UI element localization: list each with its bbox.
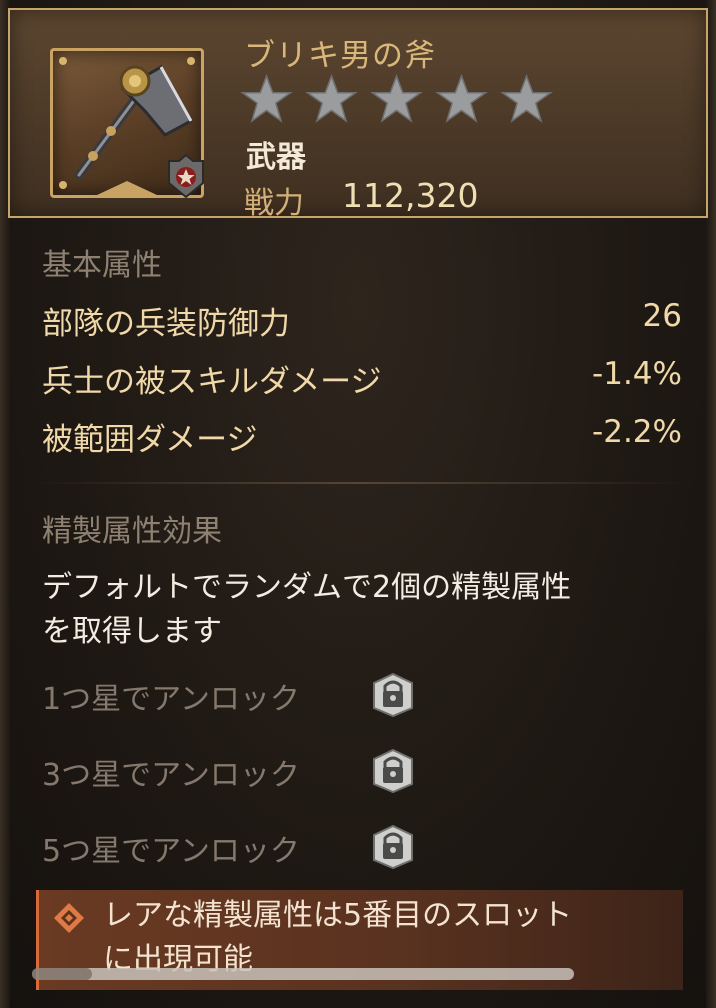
- star-icon: [500, 74, 553, 123]
- lock-icon: [373, 672, 413, 718]
- lock-icon: [373, 824, 413, 870]
- refine-description-line: デフォルトでランダムで2個の精製属性: [42, 570, 572, 605]
- basic-attributes-title: 基本属性: [42, 248, 162, 283]
- notice-line: レアな精製属性は5番目のスロット: [103, 898, 573, 933]
- star-icon: [370, 74, 423, 123]
- unlock-label: 1つ星でアンロック: [42, 682, 300, 717]
- unlock-label: 5つ星でアンロック: [42, 834, 300, 869]
- scrollbar[interactable]: [32, 968, 574, 980]
- refine-description-line: を取得します: [42, 614, 222, 649]
- lock-icon: [373, 748, 413, 794]
- power-label: 戦力: [244, 186, 304, 221]
- diamond-icon: [54, 903, 84, 933]
- item-name: ブリキ男の斧: [244, 38, 436, 74]
- scroll-thumb[interactable]: [32, 968, 92, 980]
- power-value: 112,320: [342, 176, 479, 215]
- item-detail-panel: ブリキ男の斧 武器 戦力 112,320 基本属性 部隊の兵装防御力 26 兵士…: [0, 0, 716, 1008]
- item-type: 武器: [246, 140, 306, 175]
- weapon-badge-icon: [168, 153, 204, 199]
- star-icon: [240, 74, 293, 123]
- attribute-value: 26: [642, 298, 682, 334]
- attribute-name: 兵士の被スキルダメージ: [42, 364, 382, 400]
- section-divider: [30, 482, 690, 484]
- attribute-value: -1.4%: [592, 356, 682, 392]
- star-icon: [435, 74, 488, 123]
- attribute-row: 部隊の兵装防御力 26: [42, 298, 682, 342]
- refine-attributes-title: 精製属性効果: [42, 514, 222, 549]
- item-header: ブリキ男の斧 武器 戦力 112,320: [8, 8, 708, 221]
- attribute-value: -2.2%: [592, 414, 682, 450]
- star-rating: [238, 74, 555, 124]
- unlock-label: 3つ星でアンロック: [42, 758, 300, 793]
- attribute-name: 部隊の兵装防御力: [42, 306, 290, 342]
- refine-description: デフォルトでランダムで2個の精製属性 を取得します: [42, 566, 692, 654]
- attribute-name: 被範囲ダメージ: [42, 422, 258, 458]
- item-icon-frame[interactable]: [50, 48, 204, 199]
- star-icon: [305, 74, 358, 123]
- attribute-row: 被範囲ダメージ -2.2%: [42, 414, 682, 458]
- attribute-row: 兵士の被スキルダメージ -1.4%: [42, 356, 682, 400]
